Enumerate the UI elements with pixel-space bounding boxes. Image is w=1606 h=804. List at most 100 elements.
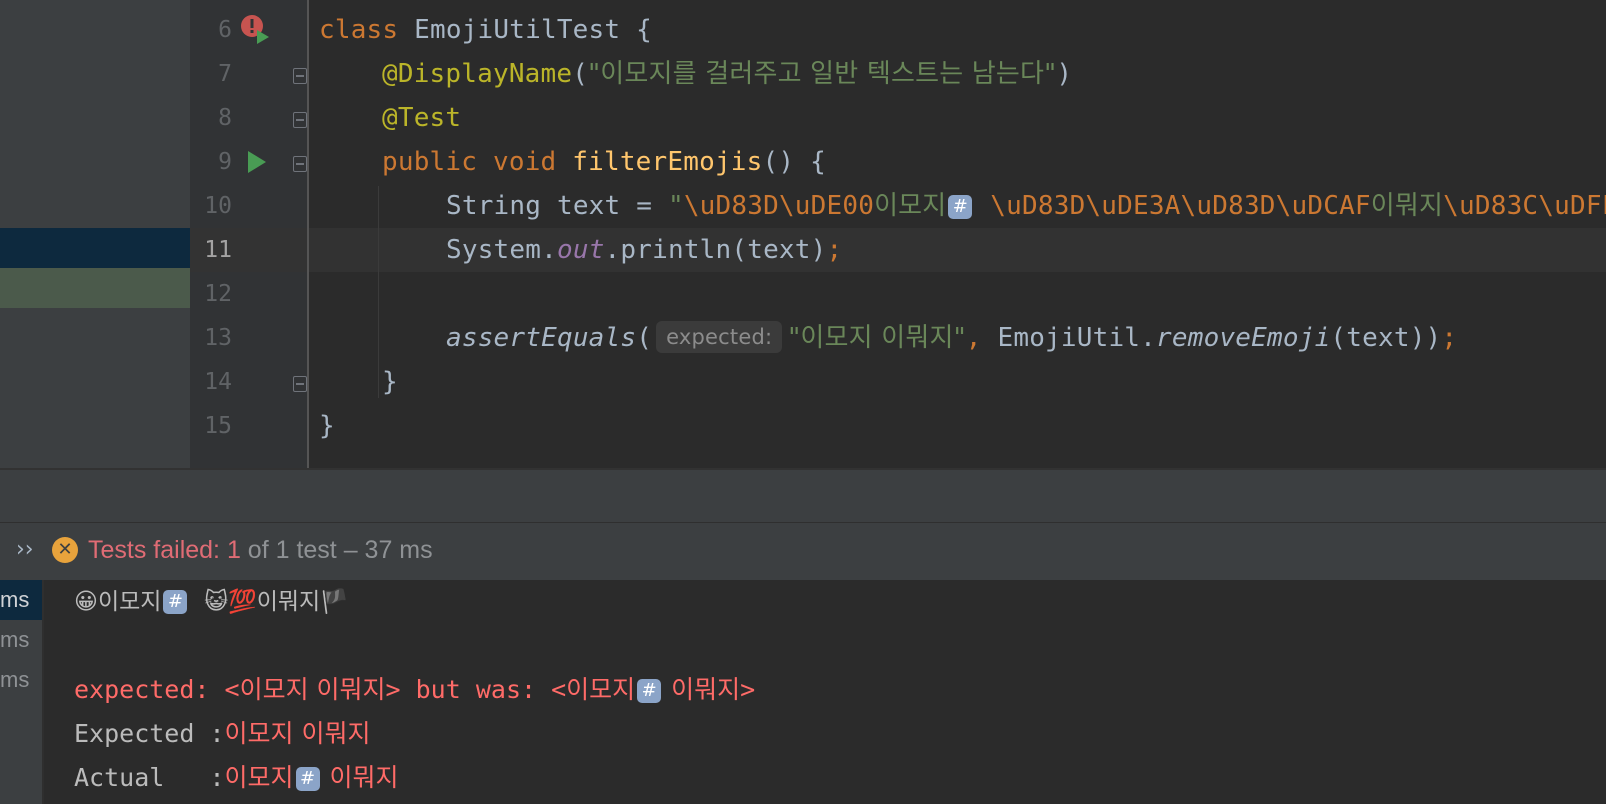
keyword: public (382, 147, 478, 177)
line-number: 12 (204, 281, 232, 307)
brace: } (382, 367, 398, 397)
line-number: 7 (218, 61, 232, 87)
string-text: 이뭐지 (1370, 191, 1444, 221)
brace: { (636, 15, 652, 45)
string-literal: "이모지를 걸러주고 일반 텍스트는 남는다" (588, 59, 1057, 89)
paren: ( (572, 59, 589, 89)
escape-sequence: \uD83C\uDFF (1443, 191, 1606, 221)
class-ref: EmojiUtil. (997, 323, 1157, 353)
line-number: 13 (204, 325, 232, 351)
error-actual-value: 이모지 (566, 675, 636, 704)
actual-line: Actual :이모지 # 이뭐지 (74, 756, 398, 800)
error-text: expected: < (74, 675, 240, 704)
expand-chevron-icon[interactable]: ›› (16, 537, 34, 562)
test-status-bar: ›› ✕ Tests failed: 1 of 1 test – 37 ms (0, 522, 1606, 581)
error-actual-value: 이뭐지 (663, 675, 741, 704)
run-test-icon[interactable] (246, 150, 268, 174)
fold-marker-icon[interactable] (293, 156, 307, 172)
line-number: 8 (218, 105, 232, 131)
highlighted-row[interactable] (0, 268, 190, 308)
escape-sequence: \uD83D\uDE00 (683, 191, 875, 221)
keycap-hash-icon: # (948, 195, 973, 219)
quote: " (667, 191, 684, 221)
test-tree-strip[interactable]: ms ms ms (0, 580, 44, 804)
paren: ( (636, 323, 653, 353)
escape-sequence: \uD83D\uDE3A\uD83D\uDCAF (990, 191, 1371, 221)
code-line-7[interactable]: @DisplayName("이모지를 걸러주고 일반 텍스트는 남는다") (382, 52, 1072, 96)
line-number: 15 (204, 413, 232, 439)
selected-row[interactable] (0, 228, 190, 268)
editor-gutter[interactable]: 6 7 8 9 10 11 12 13 14 15 (190, 0, 308, 468)
expected-value[interactable]: 이모지 이뭐지 (225, 719, 371, 748)
expected-label: Expected : (74, 719, 225, 748)
console-output[interactable]: 😀이모지 # 😺💯이뭐지🏴 expected: <이모지 이뭐지> but was… (44, 580, 1606, 804)
fold-marker-icon[interactable] (293, 376, 307, 392)
code-line-10[interactable]: String text = "\uD83D\uDE00이모지 # \uD83D\u… (446, 184, 1606, 228)
line-number: 9 (218, 149, 232, 175)
brace: } (319, 411, 335, 441)
code-editor[interactable]: class EmojiUtilTest { @DisplayName("이모지를… (309, 0, 1606, 468)
keyword: class (319, 15, 399, 45)
line-number: 10 (204, 193, 232, 219)
annotation: @Test (382, 103, 462, 133)
test-tree-item[interactable]: ms (0, 660, 42, 700)
line-number: 14 (204, 369, 232, 395)
code-line-8[interactable]: @Test (382, 96, 461, 140)
emoji-cat-hundred: 😺💯 (204, 589, 257, 615)
output-text: 이뭐지 (256, 589, 321, 615)
assertion-error-line: expected: <이모지 이뭐지> but was: <이모지 # 이뭐지> (74, 668, 755, 712)
actual-value[interactable]: 이뭐지 (322, 763, 398, 792)
expected-line: Expected :이모지 이뭐지 (74, 712, 370, 756)
arguments: (text)) (1330, 323, 1442, 353)
code-line-13[interactable]: assertEquals(expected: "이모지 이뭐지", EmojiUt… (446, 316, 1457, 360)
class-ref: System. (446, 235, 557, 265)
code-line-14[interactable]: } (382, 360, 398, 404)
method-name: filterEmojis (572, 147, 763, 177)
comma: , (965, 323, 998, 353)
actual-label: Actual : (74, 763, 225, 792)
method-call: .println(text) (604, 235, 827, 265)
error-text: > but was: < (385, 675, 567, 704)
keycap-hash-icon: # (637, 679, 662, 703)
code-line-6[interactable]: class EmojiUtilTest { (319, 8, 652, 52)
keyword: void (492, 147, 557, 177)
output-text: 이모지 (97, 589, 162, 615)
tool-window-header[interactable] (0, 468, 1606, 524)
code-line-11[interactable]: System.out.println(text); (446, 228, 842, 272)
test-tree-item[interactable]: ms (0, 620, 42, 660)
emoji-grinning: 😀 (74, 589, 98, 615)
string-text: 이모지 (874, 191, 947, 221)
string-literal: "이모지 이뭐지" (788, 323, 966, 353)
code-line-15[interactable]: } (319, 404, 335, 448)
test-tree-item[interactable]: ms (0, 580, 42, 620)
indent-guide (378, 186, 379, 398)
code-line-9[interactable]: public void filterEmojis() { (382, 140, 826, 184)
line-number: 6 (218, 17, 232, 43)
annotation: @DisplayName (382, 59, 573, 89)
run-test-failed-icon[interactable] (240, 14, 272, 46)
fold-marker-icon[interactable] (293, 68, 307, 84)
fail-label: Tests failed: 1 (88, 536, 241, 564)
keycap-hash-icon: # (163, 590, 188, 614)
project-panel-strip (0, 0, 190, 468)
fold-marker-icon[interactable] (293, 112, 307, 128)
paren: ) (1056, 59, 1073, 89)
emoji-flag: 🏴 (320, 589, 349, 615)
fail-detail: of 1 test – 37 ms (240, 536, 433, 564)
semicolon: ; (1441, 323, 1458, 353)
keycap-hash-icon: # (295, 767, 320, 791)
console-stdout-line: 😀이모지 # 😺💯이뭐지🏴 (74, 580, 349, 624)
parameter-hint: expected: (656, 321, 783, 353)
line-number: 11 (204, 237, 232, 263)
actual-value[interactable]: 이모지 (225, 763, 294, 792)
error-text: > (740, 675, 756, 704)
test-failed-icon: ✕ (52, 537, 78, 563)
method-call: removeEmoji (1156, 323, 1331, 353)
method-call: assertEquals (446, 323, 637, 353)
semicolon: ; (826, 235, 843, 265)
class-name: EmojiUtilTest (414, 15, 621, 45)
error-expected-value: 이모지 이뭐지 (239, 675, 386, 704)
test-status-text: Tests failed: 1 of 1 test – 37 ms (88, 534, 433, 566)
